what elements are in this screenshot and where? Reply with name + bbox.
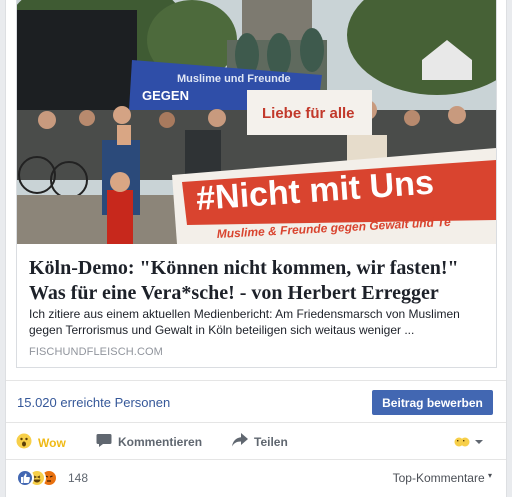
link-domain: FISCHUNDFLEISCH.COM	[29, 346, 163, 358]
top-comments-label: Top-Kommentare	[392, 471, 485, 485]
action-bar: Wow Kommentieren Teilen	[6, 422, 506, 460]
top-comments-dropdown[interactable]: Top-Kommentare ▾	[393, 471, 492, 485]
link-preview-card[interactable]: Muslime und Freunde GEGEN Liebe für alle	[16, 0, 497, 368]
flag-top-text: Muslime und Freunde	[177, 73, 291, 85]
link-preview-image[interactable]: Muslime und Freunde GEGEN Liebe für alle	[17, 0, 496, 244]
comment-label: Kommentieren	[118, 435, 203, 449]
like-icon	[16, 469, 34, 487]
demo-photo: Muslime und Freunde GEGEN Liebe für alle	[17, 0, 496, 244]
comment-button[interactable]: Kommentieren	[96, 433, 202, 451]
wow-reaction-button[interactable]: Wow	[16, 433, 66, 452]
link-title[interactable]: Köln-Demo: "Können nicht kommen, wir fas…	[29, 256, 491, 306]
reach-count-link[interactable]: 15.020 erreichte Personen	[17, 395, 170, 410]
share-button[interactable]: Teilen	[232, 433, 288, 450]
feed-post: Muslime und Freunde GEGEN Liebe für alle	[5, 0, 507, 497]
promote-post-button[interactable]: Beitrag bewerben	[372, 390, 493, 415]
reaction-icons[interactable]	[16, 469, 58, 487]
reaction-faces-icon	[454, 437, 470, 447]
sign-text: Liebe für alle	[262, 105, 355, 122]
reaction-audience-selector[interactable]	[454, 436, 484, 448]
chevron-down-icon	[475, 440, 483, 444]
comment-icon	[96, 433, 112, 451]
wow-label: Wow	[38, 435, 66, 450]
share-label: Teilen	[254, 434, 288, 449]
flag-text: GEGEN	[142, 88, 189, 103]
reaction-count[interactable]: 148	[68, 471, 88, 485]
reactions-summary: 148 Top-Kommentare ▾	[6, 460, 506, 497]
share-arrow-icon	[232, 433, 248, 450]
wow-face-icon	[16, 433, 32, 452]
link-description: Ich zitiere aus einem aktuellen Medienbe…	[29, 307, 460, 337]
reach-bar: 15.020 erreichte Personen Beitrag bewerb…	[6, 380, 506, 422]
small-chevron-down-icon: ▾	[487, 471, 492, 480]
